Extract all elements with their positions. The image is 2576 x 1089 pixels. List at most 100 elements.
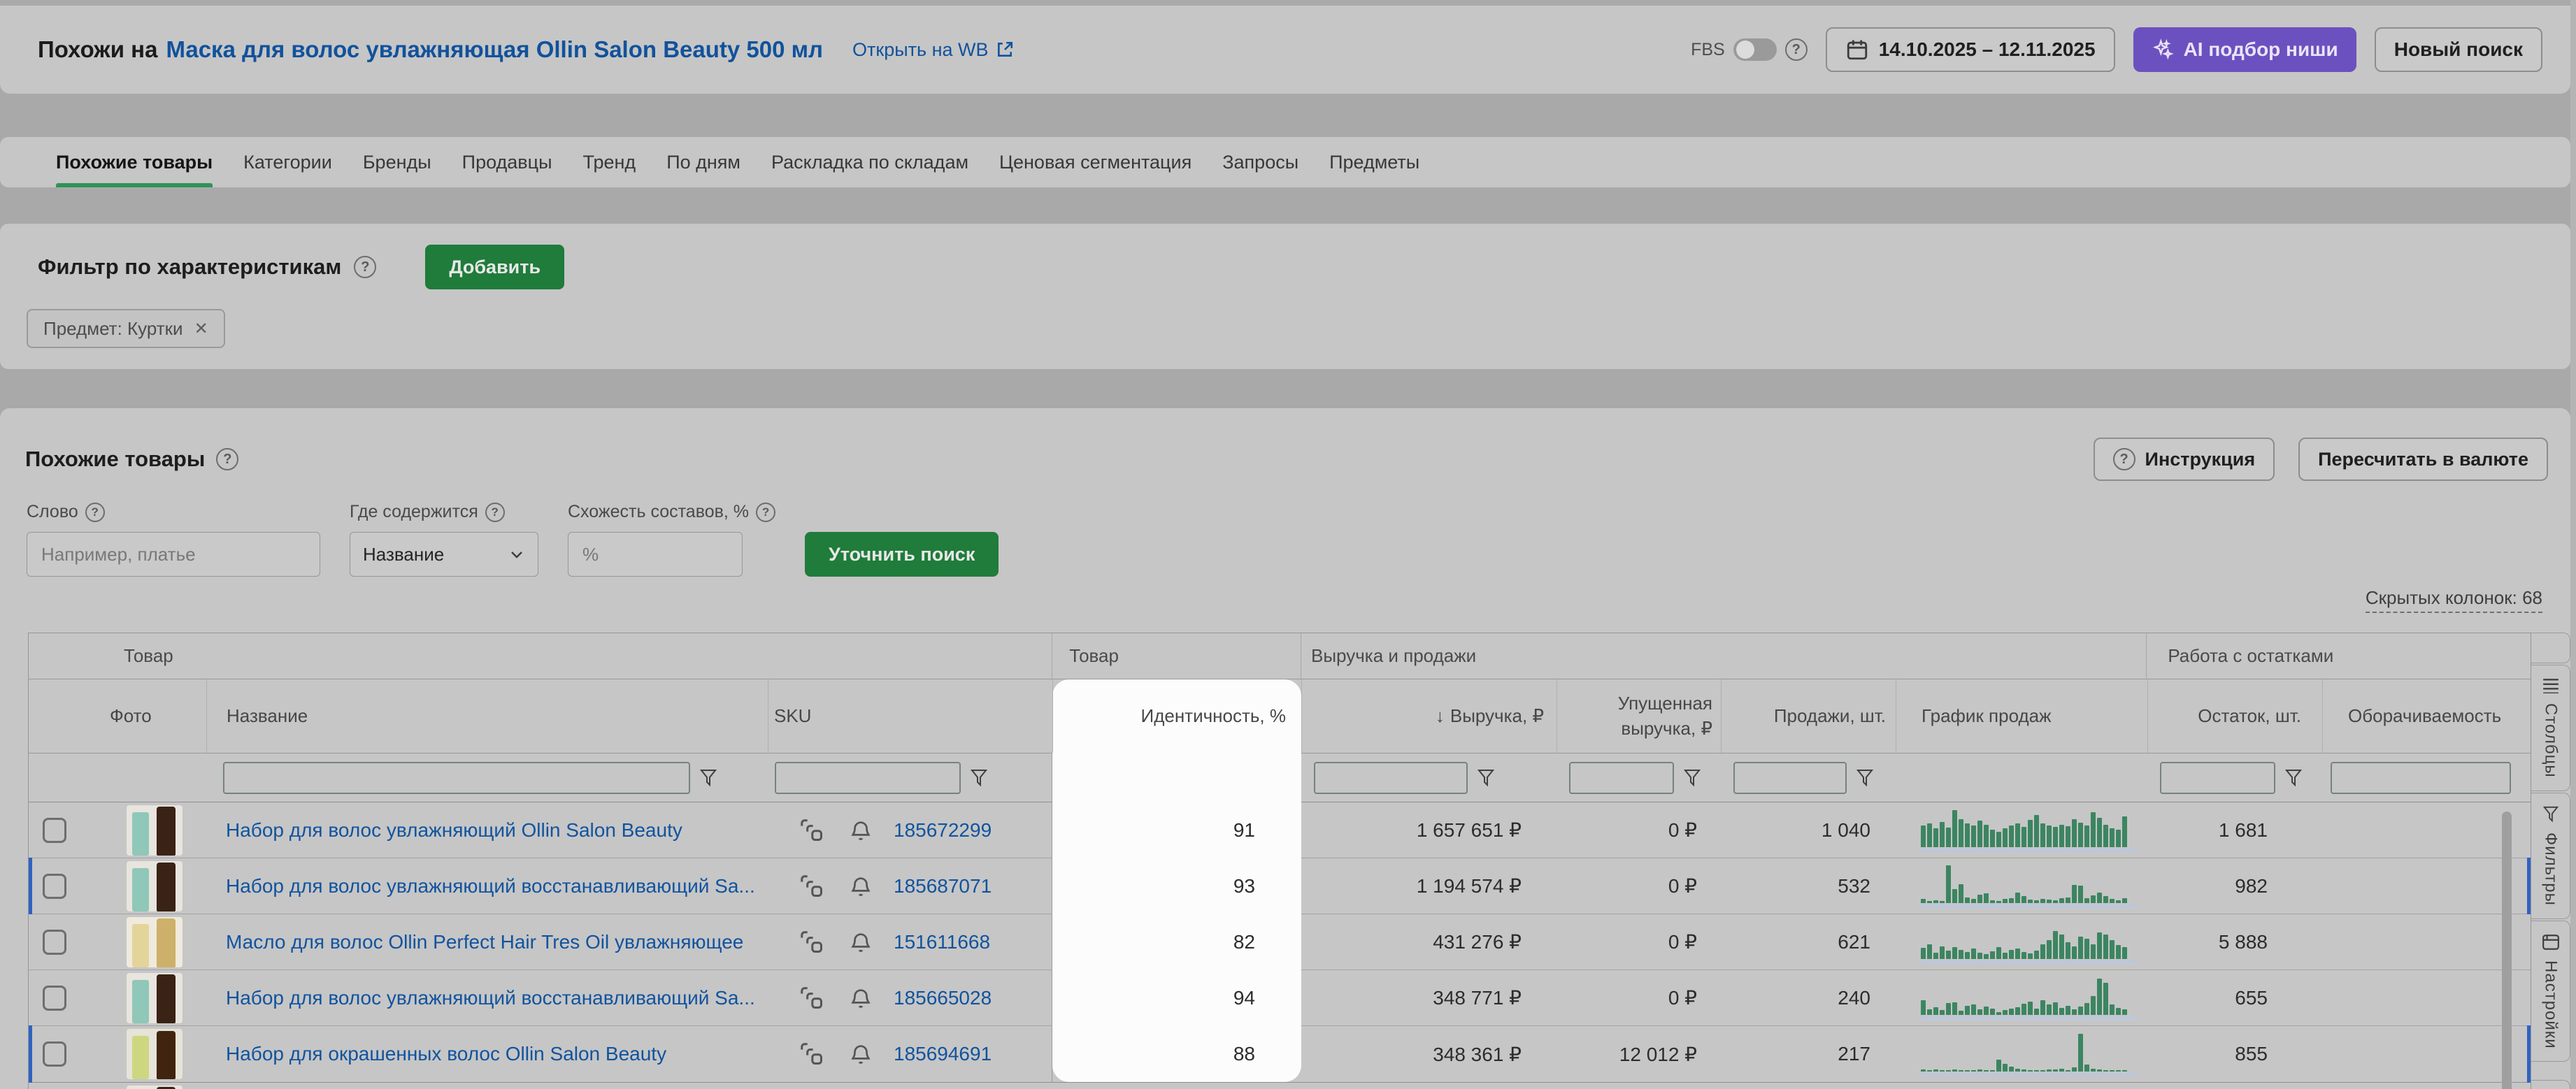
word-input[interactable] bbox=[27, 532, 320, 577]
similarity-input[interactable] bbox=[568, 532, 743, 577]
name-filter-input[interactable] bbox=[223, 762, 690, 794]
new-search-button[interactable]: Новый поиск bbox=[2375, 27, 2542, 72]
side-tab-4[interactable]: По bbox=[2531, 1080, 2570, 1089]
side-tab-2[interactable]: Фильтры bbox=[2531, 793, 2570, 919]
filter-chip[interactable]: Предмет: Куртки ✕ bbox=[27, 309, 225, 348]
where-field-group: Где содержится ? Название bbox=[350, 502, 538, 577]
table-row-partial[interactable] bbox=[29, 1082, 2531, 1089]
bell-icon[interactable] bbox=[849, 930, 873, 955]
fbs-help-icon[interactable]: ? bbox=[1785, 38, 1808, 61]
similar-versions-icon[interactable] bbox=[799, 1041, 825, 1067]
sales-funnel-icon[interactable] bbox=[1856, 769, 1873, 787]
similar-versions-icon[interactable] bbox=[799, 985, 825, 1011]
row-checkbox[interactable] bbox=[43, 986, 66, 1011]
tab-3[interactable]: Бренды bbox=[363, 137, 431, 187]
header-revenue[interactable]: ↓ Выручка, ₽ bbox=[1301, 679, 1557, 753]
tab-9[interactable]: Запросы bbox=[1222, 137, 1298, 187]
sku-funnel-icon[interactable] bbox=[971, 769, 987, 787]
open-wb-link[interactable]: Открыть на WB bbox=[852, 39, 1013, 61]
currency-recalc-button[interactable]: Пересчитать в валюте bbox=[2298, 438, 2548, 481]
instruction-button[interactable]: ? Инструкция bbox=[2094, 438, 2275, 481]
row-checkbox[interactable] bbox=[43, 930, 66, 955]
header-lost-revenue[interactable]: Упущенная выручка, ₽ bbox=[1557, 679, 1721, 753]
sku-link[interactable]: 185694691 bbox=[894, 1043, 992, 1065]
sku-link[interactable]: 151611668 bbox=[894, 931, 990, 953]
hidden-columns-link[interactable]: Скрытых колонок: 68 bbox=[2366, 587, 2542, 613]
similarity-help-icon[interactable]: ? bbox=[756, 503, 775, 522]
side-tab-1[interactable]: Столбцы bbox=[2531, 665, 2570, 791]
refine-search-button[interactable]: Уточнить поиск bbox=[805, 532, 999, 577]
header-sales[interactable]: Продажи, шт. bbox=[1721, 679, 1896, 753]
identity-value: 91 bbox=[1052, 802, 1301, 858]
similar-versions-icon[interactable] bbox=[799, 817, 825, 844]
bell-icon[interactable] bbox=[849, 1041, 873, 1067]
sparkles-icon bbox=[2152, 38, 2174, 61]
revenue-filter-input[interactable] bbox=[1314, 762, 1468, 794]
header-sales-chart[interactable]: График продаж bbox=[1896, 679, 2147, 753]
lost-revenue-filter-input[interactable] bbox=[1569, 762, 1674, 794]
ai-niche-button[interactable]: AI подбор ниши bbox=[2133, 27, 2356, 72]
table-row[interactable]: Масло для волос Ollin Perfect Hair Tres … bbox=[29, 914, 2531, 970]
tab-10[interactable]: Предметы bbox=[1329, 137, 1419, 187]
where-select[interactable]: Название bbox=[350, 532, 538, 577]
header-photo[interactable]: Фото bbox=[78, 679, 206, 753]
stock-funnel-icon[interactable] bbox=[2285, 769, 2302, 787]
header-stock[interactable]: Остаток, шт. bbox=[2147, 679, 2322, 753]
similar-versions-icon[interactable] bbox=[799, 873, 825, 900]
row-checkbox[interactable] bbox=[43, 1041, 66, 1067]
sku-link[interactable]: 185672299 bbox=[894, 819, 992, 842]
row-checkbox[interactable] bbox=[43, 874, 66, 899]
chip-close-icon[interactable]: ✕ bbox=[194, 319, 208, 339]
turnover-filter-input[interactable] bbox=[2331, 762, 2511, 794]
product-name-link[interactable]: Набор для волос увлажняющий Ollin Salon … bbox=[226, 819, 682, 842]
row-checkbox[interactable] bbox=[43, 818, 66, 843]
product-name-link[interactable]: Набор для окрашенных волос Ollin Salon B… bbox=[226, 1043, 666, 1065]
add-filter-button[interactable]: Добавить bbox=[425, 245, 564, 289]
fbs-toggle[interactable] bbox=[1733, 38, 1777, 61]
sku-link[interactable]: 185687071 bbox=[894, 875, 992, 897]
page-scrollbar[interactable] bbox=[2570, 0, 2576, 1089]
product-name-link[interactable]: Масло для волос Ollin Perfect Hair Tres … bbox=[226, 931, 743, 953]
revenue-value: 1 657 651 ₽ bbox=[1301, 802, 1557, 858]
section-help-icon[interactable]: ? bbox=[216, 448, 238, 470]
stock-filter-input[interactable] bbox=[2160, 762, 2275, 794]
similar-versions-icon[interactable] bbox=[799, 929, 825, 955]
tab-2[interactable]: Категории bbox=[243, 137, 332, 187]
tab-8[interactable]: Ценовая сегментация bbox=[999, 137, 1192, 187]
bell-icon[interactable] bbox=[849, 818, 873, 843]
bell-icon[interactable] bbox=[849, 874, 873, 899]
sku-filter-input[interactable] bbox=[775, 762, 961, 794]
lost-revenue-value: 0 ₽ bbox=[1557, 914, 1721, 969]
table-row[interactable]: Набор для окрашенных волос Ollin Salon B… bbox=[29, 1026, 2531, 1082]
name-funnel-icon[interactable] bbox=[700, 769, 717, 787]
where-help-icon[interactable]: ? bbox=[485, 503, 505, 522]
source-product-link[interactable]: Маска для волос увлажняющая Ollin Salon … bbox=[166, 36, 823, 63]
tab-5[interactable]: Тренд bbox=[583, 137, 636, 187]
lost-revenue-funnel-icon[interactable] bbox=[1684, 769, 1701, 787]
table-row[interactable]: Набор для волос увлажняющий восстанавлив… bbox=[29, 970, 2531, 1026]
date-range-button[interactable]: 14.10.2025 – 12.11.2025 bbox=[1826, 27, 2115, 72]
tab-6[interactable]: По дням bbox=[666, 137, 740, 187]
product-name-link[interactable]: Набор для волос увлажняющий восстанавлив… bbox=[226, 987, 755, 1009]
table-row[interactable]: Набор для волос увлажняющий Ollin Salon … bbox=[29, 802, 2531, 858]
product-name-link[interactable]: Набор для волос увлажняющий восстанавлив… bbox=[226, 875, 755, 897]
turnover-value bbox=[2322, 970, 2532, 1025]
header-sku[interactable]: SKU bbox=[768, 679, 1052, 753]
table-row[interactable]: Набор для волос увлажняющий восстанавлив… bbox=[29, 858, 2531, 914]
sku-link[interactable]: 185665028 bbox=[894, 987, 992, 1009]
side-tab-label: Настройки bbox=[2541, 960, 2561, 1049]
tab-4[interactable]: Продавцы bbox=[462, 137, 552, 187]
header-name[interactable]: Название bbox=[206, 679, 768, 753]
tab-7[interactable]: Раскладка по складам bbox=[771, 137, 968, 187]
word-help-icon[interactable]: ? bbox=[85, 503, 105, 522]
filter-help-icon[interactable]: ? bbox=[354, 256, 376, 278]
bell-icon[interactable] bbox=[849, 986, 873, 1011]
sales-filter-input[interactable] bbox=[1733, 762, 1847, 794]
tab-1[interactable]: Похожие товары bbox=[56, 137, 213, 187]
revenue-funnel-icon[interactable] bbox=[1477, 769, 1494, 787]
side-tab-3[interactable]: Настройки bbox=[2531, 921, 2570, 1062]
header-identity[interactable]: Идентичность, % bbox=[1052, 679, 1301, 753]
side-tab-blank[interactable] bbox=[2531, 633, 2570, 663]
sales-sparkline bbox=[1921, 864, 2138, 908]
header-turnover[interactable]: Оборачиваемость bbox=[2322, 679, 2532, 753]
